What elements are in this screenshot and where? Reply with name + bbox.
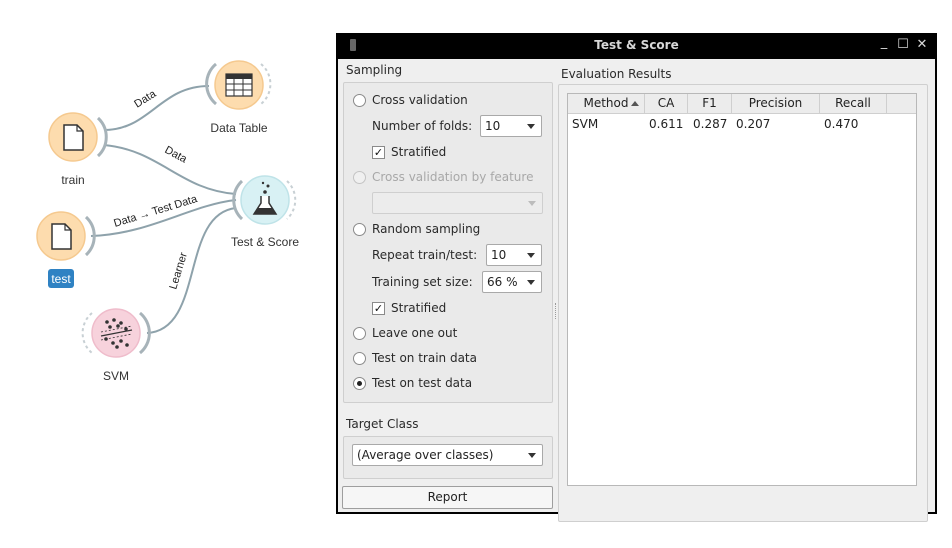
cell-method: SVM bbox=[572, 117, 599, 131]
radio-test-on-test[interactable] bbox=[353, 377, 366, 390]
radio-leave-one-out[interactable] bbox=[353, 327, 366, 340]
label-training-set-size: Training set size: bbox=[372, 275, 473, 289]
repeat-value: 10 bbox=[491, 248, 507, 262]
link-svm-testscore[interactable] bbox=[146, 207, 237, 334]
target-class-combo[interactable]: (Average over classes) bbox=[352, 444, 543, 466]
col-header-f1-label: F1 bbox=[702, 96, 717, 110]
feature-combo[interactable] bbox=[372, 192, 543, 214]
file-icon bbox=[63, 124, 84, 151]
label-test-on-test[interactable]: Test on test data bbox=[372, 376, 472, 390]
minimize-icon[interactable]: _ bbox=[876, 35, 892, 51]
label-cross-validation[interactable]: Cross validation bbox=[372, 93, 468, 107]
table-icon bbox=[225, 73, 253, 97]
chevron-down-icon bbox=[528, 201, 536, 206]
window-title: Test & Score bbox=[594, 38, 679, 52]
col-header-ca[interactable]: CA bbox=[645, 94, 688, 114]
folds-value: 10 bbox=[485, 119, 501, 133]
label-stratified-rs[interactable]: Stratified bbox=[391, 301, 446, 315]
cell-recall: 0.470 bbox=[824, 117, 859, 131]
label-number-of-folds: Number of folds: bbox=[372, 119, 473, 133]
cell-precision: 0.207 bbox=[736, 117, 771, 131]
chevron-down-icon bbox=[527, 280, 535, 285]
evaluation-results-header: Evaluation Results bbox=[561, 67, 672, 81]
radio-random-sampling[interactable] bbox=[353, 223, 366, 236]
splitter-handle[interactable] bbox=[555, 303, 558, 319]
repeat-combo[interactable]: 10 bbox=[486, 244, 542, 266]
label-test-on-train[interactable]: Test on train data bbox=[372, 351, 477, 365]
label-repeat-train-test: Repeat train/test: bbox=[372, 248, 478, 262]
node-test[interactable]: test bbox=[36, 211, 96, 288]
node-label-svm: SVM bbox=[103, 369, 129, 383]
label-random-sampling[interactable]: Random sampling bbox=[372, 222, 480, 236]
node-test-score[interactable]: Test & Score bbox=[231, 175, 299, 249]
col-header-precision-label: Precision bbox=[748, 96, 803, 110]
label-stratified-cv[interactable]: Stratified bbox=[391, 145, 446, 159]
close-icon[interactable]: ✕ bbox=[914, 37, 930, 53]
window-content: Sampling Cross validation Number of fold… bbox=[338, 59, 935, 522]
chevron-down-icon bbox=[528, 453, 536, 458]
col-header-recall-label: Recall bbox=[835, 96, 871, 110]
node-label-test-score: Test & Score bbox=[231, 235, 299, 249]
training-size-combo[interactable]: 66 % bbox=[482, 271, 542, 293]
target-class-header: Target Class bbox=[346, 417, 419, 431]
radio-cross-validation[interactable] bbox=[353, 94, 366, 107]
col-header-filler bbox=[887, 94, 916, 114]
report-button[interactable]: Report bbox=[342, 486, 553, 509]
cell-ca: 0.611 bbox=[649, 117, 684, 131]
chevron-down-icon bbox=[527, 124, 535, 129]
window-titlebar[interactable]: Test & Score _ ☐ ✕ bbox=[336, 33, 937, 59]
link-label-data-2: Data bbox=[163, 144, 190, 166]
col-header-ca-label: CA bbox=[657, 96, 675, 110]
maximize-icon[interactable]: ☐ bbox=[895, 37, 911, 53]
radio-selected-dot bbox=[357, 381, 362, 386]
node-train[interactable]: train bbox=[48, 112, 108, 187]
col-header-method-label: Method bbox=[583, 96, 629, 110]
target-class-value: (Average over classes) bbox=[357, 448, 494, 462]
checkbox-stratified-cv[interactable]: ✓ bbox=[372, 146, 385, 159]
col-header-method[interactable]: Method bbox=[568, 94, 645, 114]
folds-combo[interactable]: 10 bbox=[480, 115, 542, 137]
node-label-train: train bbox=[61, 173, 84, 187]
radio-test-on-train[interactable] bbox=[353, 352, 366, 365]
sort-ascending-icon bbox=[631, 101, 639, 106]
file-icon bbox=[51, 223, 72, 250]
node-label-data-table: Data Table bbox=[210, 121, 267, 135]
node-label-test: test bbox=[51, 272, 71, 286]
checkbox-stratified-rs[interactable]: ✓ bbox=[372, 302, 385, 315]
link-train-datatable[interactable] bbox=[103, 85, 210, 131]
col-header-recall[interactable]: Recall bbox=[820, 94, 887, 114]
node-svm[interactable]: SVM bbox=[81, 308, 151, 383]
node-data-table[interactable]: Data Table bbox=[205, 60, 272, 135]
col-header-f1[interactable]: F1 bbox=[688, 94, 732, 114]
test-score-window: Test & Score _ ☐ ✕ Sampling Cross valida… bbox=[336, 33, 937, 522]
cell-f1: 0.287 bbox=[693, 117, 728, 131]
workflow-canvas: Data Data Data → Test Data Learner train… bbox=[36, 60, 299, 383]
chevron-down-icon bbox=[527, 253, 535, 258]
label-leave-one-out[interactable]: Leave one out bbox=[372, 326, 457, 340]
radio-cv-by-feature[interactable] bbox=[353, 171, 366, 184]
training-size-value: 66 % bbox=[487, 275, 518, 289]
results-table[interactable]: Method CA F1 Precision Recall SVM 0.611 … bbox=[567, 93, 917, 486]
link-label-learner: Learner bbox=[167, 251, 190, 291]
sampling-header: Sampling bbox=[346, 63, 403, 77]
col-header-precision[interactable]: Precision bbox=[732, 94, 820, 114]
report-label: Report bbox=[427, 490, 468, 504]
label-cv-by-feature[interactable]: Cross validation by feature bbox=[372, 170, 533, 184]
